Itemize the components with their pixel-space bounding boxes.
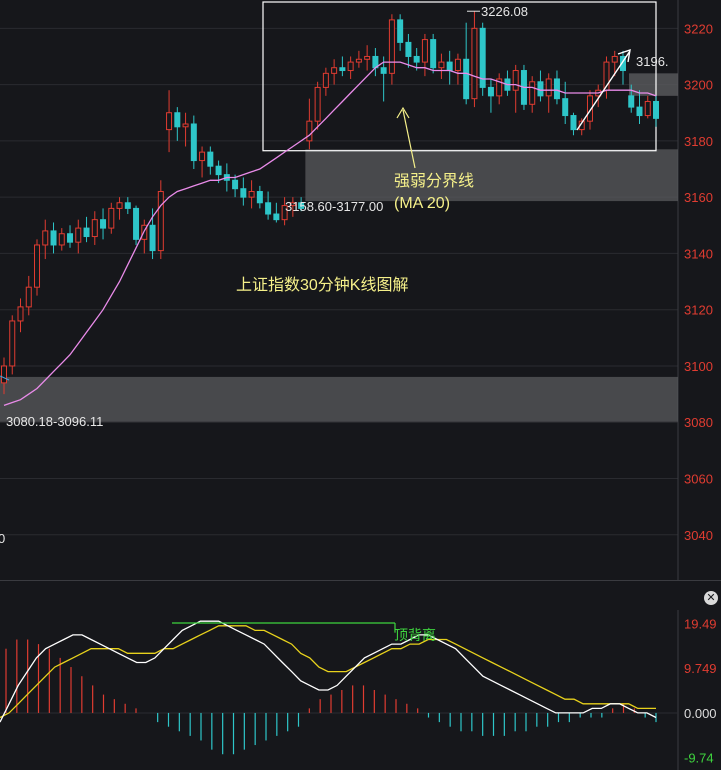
ma-pointer-head <box>396 106 410 119</box>
candle-body <box>273 213 280 221</box>
candle-body <box>570 115 577 131</box>
candle-body <box>9 320 16 367</box>
candle-body <box>34 244 41 288</box>
candle-body <box>190 123 197 162</box>
candle-body <box>50 230 57 246</box>
candle-body <box>108 207 115 229</box>
macd-y-tick-label: -9.74 <box>684 751 714 766</box>
candle-body <box>545 78 552 97</box>
candle-body <box>397 19 404 43</box>
candle-body <box>537 81 544 97</box>
y-tick-label: 3200 <box>684 78 713 93</box>
y-tick-label: 3220 <box>684 21 713 36</box>
macd-y-tick-label: 0.000 <box>684 706 717 721</box>
y-tick-label: 3060 <box>684 472 713 487</box>
candle-body <box>100 219 107 229</box>
candle-body <box>75 227 82 243</box>
left-cut-label: 0 <box>0 531 5 546</box>
candle-body <box>265 202 272 215</box>
y-tick-label: 3160 <box>684 190 713 205</box>
candle-body <box>430 39 437 69</box>
candle-body <box>405 41 412 57</box>
zone-upper-label: 3158.60-3177.00 <box>285 199 383 214</box>
candle-body <box>314 86 321 122</box>
candle-body <box>1 365 7 384</box>
candle-body <box>232 179 239 190</box>
candle-body <box>17 306 24 322</box>
ma20-line <box>3 61 657 407</box>
panel-divider <box>0 580 721 581</box>
candle-body <box>306 120 313 142</box>
candle-body <box>653 100 659 119</box>
candle-body <box>339 67 346 72</box>
candle-body <box>91 219 98 238</box>
macd-y-tick-label: 9.749 <box>684 661 717 676</box>
y-tick-label: 3100 <box>684 359 713 374</box>
candle-body <box>215 165 222 176</box>
ma-sublabel: (MA 20) <box>394 195 450 212</box>
chart-annotation-title: 上证指数30分钟K线图解 <box>236 276 408 294</box>
candle-body <box>58 233 65 246</box>
candle-body <box>166 112 173 131</box>
macd-dea-line <box>0 625 656 719</box>
candle-body <box>124 202 131 209</box>
y-tick-label: 3040 <box>684 528 713 543</box>
candle-body <box>116 202 123 209</box>
candle-body <box>364 55 371 60</box>
high-label: 3226.08 <box>481 4 528 19</box>
candle-body <box>331 67 338 74</box>
ma-label: 强弱分界线 <box>394 172 474 190</box>
y-tick-label: 3120 <box>684 303 713 318</box>
candle-body <box>446 61 453 72</box>
candle-body <box>347 61 354 72</box>
candle-body <box>553 78 560 100</box>
candle-body <box>67 233 74 243</box>
candle-body <box>322 72 329 88</box>
macd-chart: 19.49 9.749 0.000 -9.74 顶背离 <box>0 610 717 770</box>
zone-lower-label: 3080.18-3096.11 <box>6 414 103 429</box>
candle-body <box>512 70 519 91</box>
candle-body <box>83 227 90 238</box>
candle-body <box>355 58 362 63</box>
candle-body <box>380 67 387 74</box>
support-zone-upper <box>305 149 678 202</box>
y-tick-label: 3140 <box>684 246 713 261</box>
macd-y-tick-label: 19.49 <box>684 617 717 632</box>
candle-body <box>487 86 494 97</box>
candle-body <box>413 55 420 63</box>
candle-body <box>149 224 156 252</box>
divergence-label: 顶背离 <box>394 627 436 643</box>
candle-body <box>42 230 49 246</box>
candle-body <box>438 61 445 69</box>
candle-body <box>256 191 263 204</box>
candle-body <box>471 27 478 100</box>
close-icon[interactable]: ✕ <box>704 591 718 605</box>
candle-body <box>199 151 206 162</box>
candle-body <box>454 58 461 72</box>
candle-body <box>248 191 255 198</box>
candle-body <box>421 39 428 63</box>
candle-body <box>240 188 247 198</box>
y-tick-label: 3180 <box>684 134 713 149</box>
candle-body <box>157 191 164 252</box>
candle-body <box>388 19 395 74</box>
y-tick-label: 3080 <box>684 415 713 430</box>
candle-body <box>644 100 651 117</box>
candle-body <box>25 286 32 308</box>
kline-chart: 3220 3200 3180 3160 3140 3120 3100 3080 3060 3040… <box>0 0 713 580</box>
candle-body <box>529 81 536 105</box>
candle-body <box>628 95 635 108</box>
candle-body <box>611 55 618 63</box>
chart-stage: 3220 3200 3180 3160 3140 3120 3100 3080 3060 3040… <box>0 0 721 770</box>
candle-body <box>133 207 140 240</box>
right-price-label: 3196. <box>636 54 669 69</box>
candle-body <box>636 106 643 117</box>
candle-body <box>463 58 470 100</box>
candle-body <box>182 123 189 128</box>
candle-body <box>207 151 214 167</box>
candle-body <box>562 98 569 117</box>
candle-body <box>174 112 181 128</box>
consolidation-box <box>262 1 657 152</box>
